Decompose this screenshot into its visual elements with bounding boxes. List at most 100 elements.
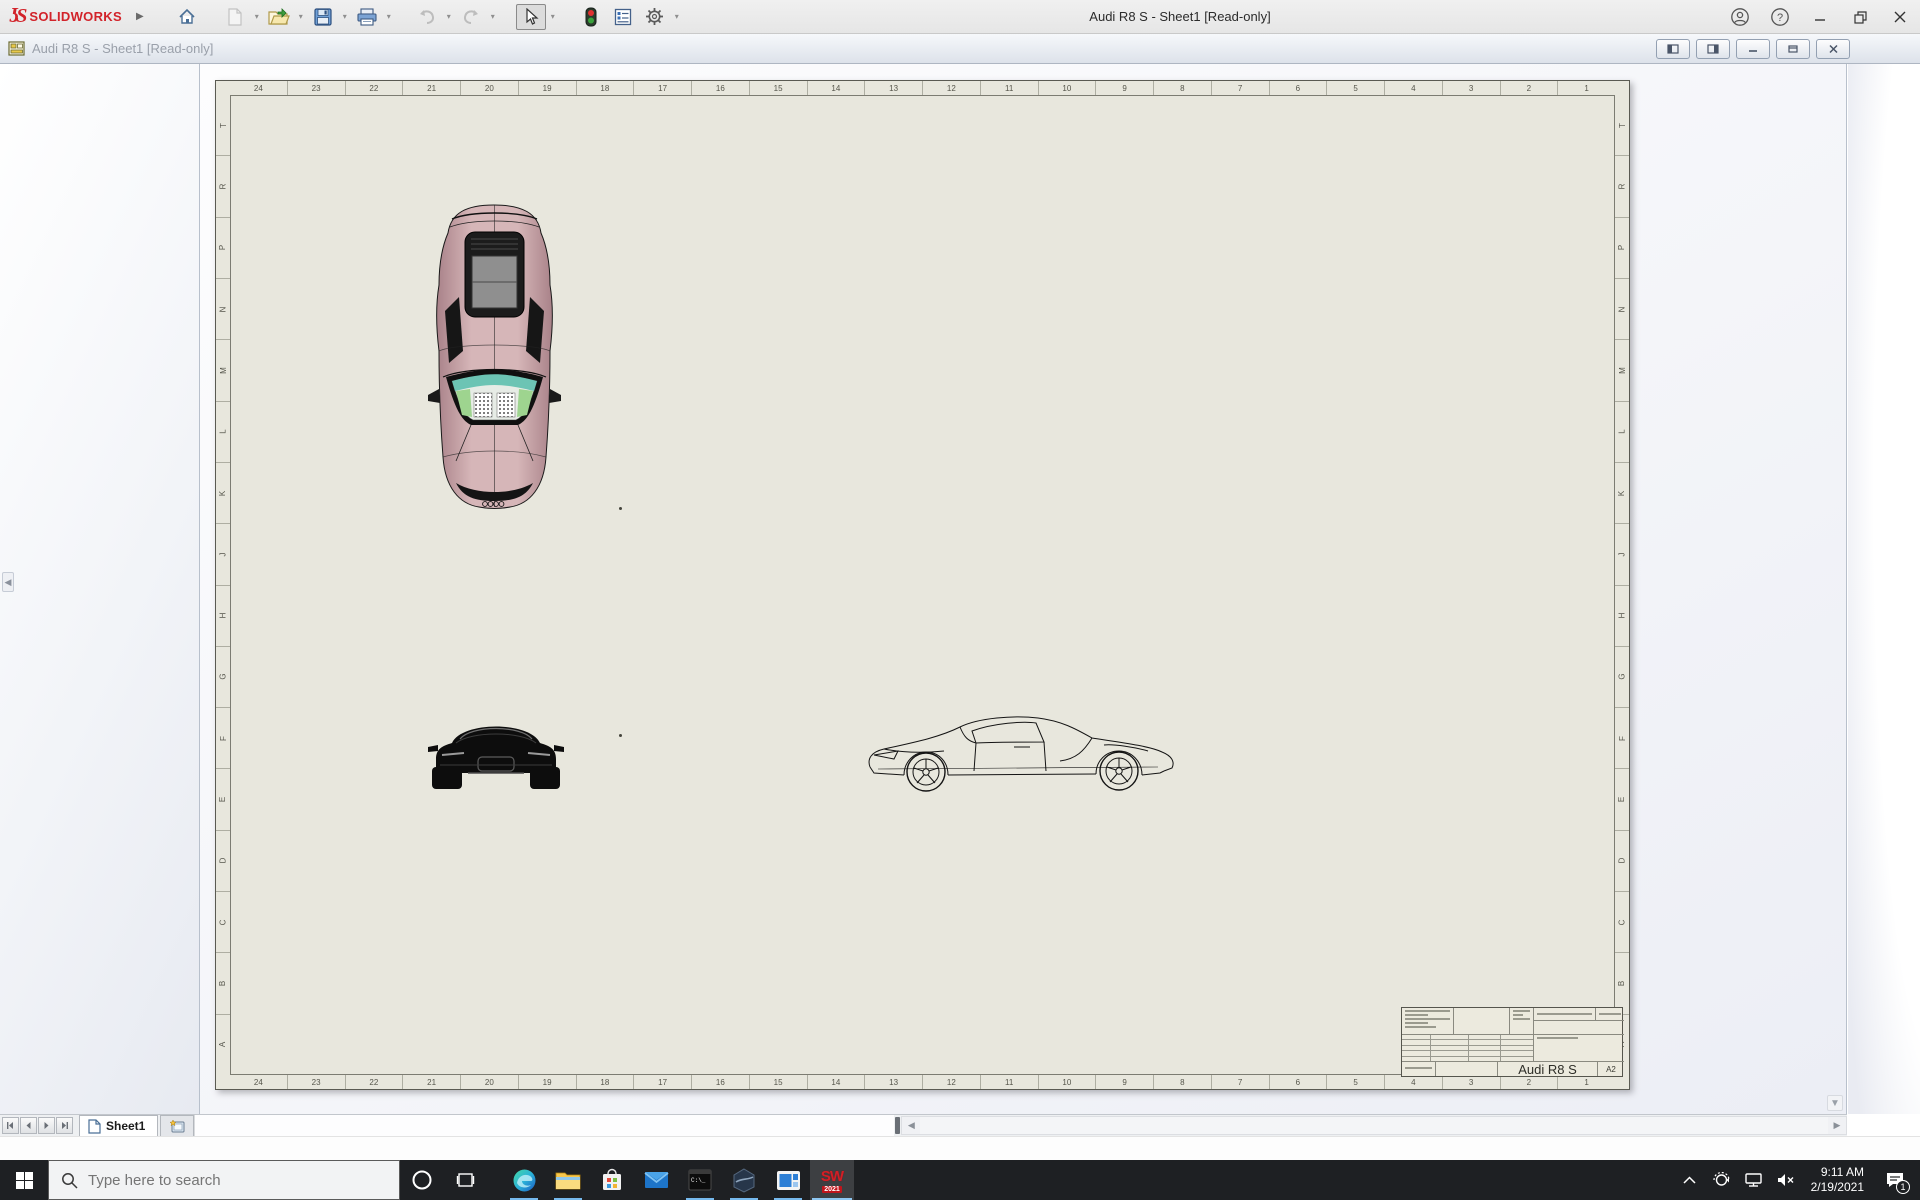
title-block[interactable]: Audi R8 S A2 bbox=[1401, 1007, 1624, 1077]
zone-label: 3 bbox=[1443, 1075, 1501, 1089]
open-dropdown[interactable]: ▾ bbox=[296, 4, 306, 30]
zone-label: T bbox=[216, 95, 230, 157]
scroll-track[interactable] bbox=[920, 1117, 1828, 1134]
taskbar-app-media[interactable] bbox=[766, 1160, 810, 1200]
solidworks-logo-mark: ʖS bbox=[10, 5, 27, 27]
tray-network-button[interactable] bbox=[1739, 1160, 1769, 1200]
close-button[interactable] bbox=[1880, 0, 1920, 34]
command-prompt-icon: C:\_ bbox=[688, 1169, 712, 1191]
zone-label: R bbox=[216, 156, 230, 218]
last-sheet-button[interactable] bbox=[56, 1117, 73, 1134]
taskbar-clock[interactable]: 9:11 AM 2/19/2021 bbox=[1803, 1160, 1872, 1200]
scroll-right-button[interactable]: ▶ bbox=[1828, 1117, 1846, 1134]
doc-close-button[interactable] bbox=[1816, 38, 1850, 59]
tab-sheet1[interactable]: Sheet1 bbox=[79, 1115, 159, 1136]
doc-minimize-button[interactable] bbox=[1736, 38, 1770, 59]
home-button[interactable] bbox=[172, 4, 202, 30]
drawing-view-side[interactable] bbox=[864, 711, 1181, 799]
drawing-view-top[interactable] bbox=[426, 199, 563, 516]
search-input[interactable] bbox=[88, 1171, 368, 1189]
zone-label: 21 bbox=[403, 81, 461, 95]
document-properties-button[interactable] bbox=[608, 4, 638, 30]
open-button[interactable] bbox=[264, 4, 294, 30]
new-document-button[interactable] bbox=[220, 4, 250, 30]
select-dropdown[interactable]: ▾ bbox=[548, 4, 558, 30]
redo-icon bbox=[463, 9, 478, 24]
zone-label: 10 bbox=[1039, 81, 1097, 95]
taskbar-app-file-explorer[interactable] bbox=[546, 1160, 590, 1200]
save-button[interactable] bbox=[308, 4, 338, 30]
taskbar-app-edge[interactable] bbox=[502, 1160, 546, 1200]
restore-icon bbox=[1853, 10, 1867, 24]
print-button[interactable] bbox=[352, 4, 382, 30]
user-account-icon bbox=[1731, 8, 1749, 26]
vertical-scroll-down-button[interactable]: ▼ bbox=[1827, 1095, 1843, 1111]
zone-label: D bbox=[216, 831, 230, 893]
zone-label: 13 bbox=[865, 81, 923, 95]
scroll-left-button[interactable]: ◀ bbox=[902, 1117, 921, 1134]
account-button[interactable] bbox=[1720, 0, 1760, 34]
zone-label: 1 bbox=[1584, 83, 1589, 93]
taskbar-search[interactable] bbox=[48, 1160, 400, 1200]
zone-label: 5 bbox=[1327, 81, 1385, 95]
print-dropdown[interactable]: ▾ bbox=[384, 4, 394, 30]
cortana-button[interactable] bbox=[400, 1160, 444, 1200]
zone-label: J bbox=[216, 524, 230, 586]
select-button[interactable] bbox=[515, 3, 546, 30]
tray-volume-button[interactable] bbox=[1771, 1160, 1801, 1200]
title-block-tolerance-cell bbox=[1402, 1008, 1454, 1035]
next-sheet-button[interactable] bbox=[38, 1117, 55, 1134]
doc-close-icon bbox=[1828, 44, 1838, 53]
zone-label: 23 bbox=[288, 1075, 346, 1089]
drawing-view-front[interactable] bbox=[426, 709, 566, 804]
options-dropdown[interactable]: ▾ bbox=[672, 4, 682, 30]
zone-label: B bbox=[216, 953, 230, 1015]
add-sheet-button[interactable] bbox=[160, 1115, 195, 1136]
first-sheet-button[interactable] bbox=[2, 1117, 19, 1134]
split-left-button[interactable] bbox=[1656, 38, 1690, 59]
split-right-button[interactable] bbox=[1696, 38, 1730, 59]
microsoft-store-icon bbox=[603, 1168, 621, 1190]
taskbar-app-edrawings[interactable] bbox=[722, 1160, 766, 1200]
title-block-cell bbox=[1402, 1062, 1436, 1076]
undo-button[interactable] bbox=[412, 4, 442, 30]
zone-band-right: TRPNMLKJHGFEDCBA bbox=[1615, 95, 1629, 1075]
redo-button[interactable] bbox=[456, 4, 486, 30]
taskbar-app-solidworks[interactable]: SW 2021 bbox=[810, 1160, 854, 1200]
taskbar-app-terminal[interactable]: C:\_ bbox=[678, 1160, 722, 1200]
help-icon: ? bbox=[1771, 8, 1789, 26]
display-states-button[interactable] bbox=[576, 4, 606, 30]
title-block-scale-cell bbox=[1436, 1062, 1498, 1076]
task-view-button[interactable] bbox=[444, 1160, 488, 1200]
tray-onedrive-button[interactable] bbox=[1707, 1160, 1737, 1200]
zone-label: 11 bbox=[981, 1075, 1039, 1089]
redo-dropdown[interactable]: ▾ bbox=[488, 4, 498, 30]
start-button[interactable] bbox=[0, 1160, 48, 1200]
panel-collapse-arrow[interactable]: ◀ bbox=[2, 572, 14, 592]
zone-band-left: TRPNMLKJHGFEDCB A bbox=[216, 95, 230, 1075]
undo-dropdown[interactable]: ▾ bbox=[444, 4, 454, 30]
svg-text:?: ? bbox=[1777, 12, 1783, 24]
action-center-button[interactable]: 1 bbox=[1874, 1160, 1916, 1200]
save-dropdown[interactable]: ▾ bbox=[340, 4, 350, 30]
horizontal-scrollbar[interactable]: ◀ ▶ bbox=[901, 1116, 1847, 1135]
new-document-dropdown[interactable]: ▾ bbox=[252, 4, 262, 30]
prev-sheet-button[interactable] bbox=[20, 1117, 37, 1134]
menu-flyout-arrow-icon[interactable]: ▶ bbox=[136, 11, 144, 22]
task-pane-collapsed[interactable] bbox=[1848, 64, 1920, 1114]
minimize-button[interactable] bbox=[1800, 0, 1840, 34]
options-button[interactable] bbox=[640, 4, 670, 30]
tray-hidden-icons-button[interactable] bbox=[1675, 1160, 1705, 1200]
scrollbar-splitter-handle[interactable] bbox=[895, 1117, 901, 1134]
zone-label: J bbox=[1615, 524, 1629, 586]
sheet-icon bbox=[88, 1118, 101, 1134]
help-button[interactable]: ? bbox=[1760, 0, 1800, 34]
taskbar-app-store[interactable] bbox=[590, 1160, 634, 1200]
graphics-viewport[interactable]: 24 23 22 21 20 19 18 17 16 15 14 13 12 11 10 9 8 7 6 5 4 3 2 1 … bbox=[200, 64, 1847, 1114]
app-title-bar: ʖS SOLIDWORKS ▶ ▾ ▾ ▾ ▾ ▾ ▾ ▾ ▾ Audi R8 … bbox=[0, 0, 1920, 34]
taskbar-app-mail[interactable] bbox=[634, 1160, 678, 1200]
drawing-sheet[interactable]: 24 23 22 21 20 19 18 17 16 15 14 13 12 11 10 9 8 7 6 5 4 3 2 1 … bbox=[215, 80, 1630, 1090]
restore-button[interactable] bbox=[1840, 0, 1880, 34]
zone-label: 22 bbox=[346, 1075, 404, 1089]
doc-restore-button[interactable] bbox=[1776, 38, 1810, 59]
